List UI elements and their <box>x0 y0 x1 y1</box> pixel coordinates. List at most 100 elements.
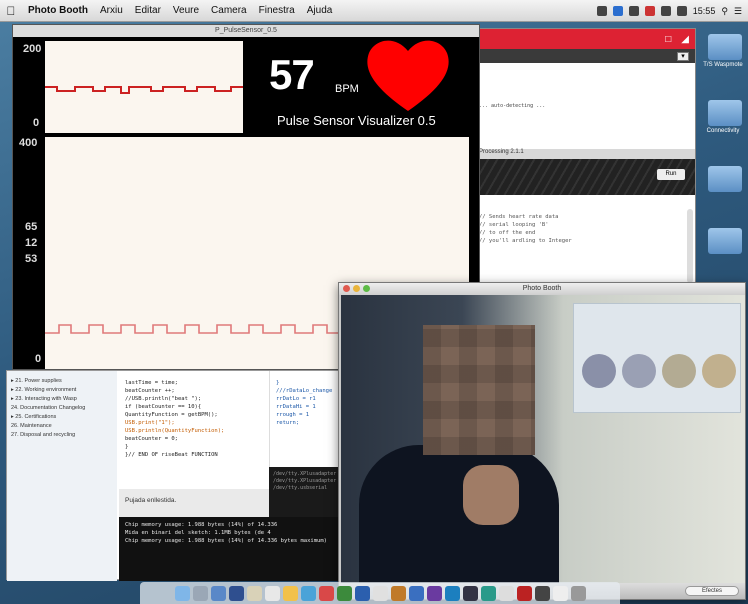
port-line: /dev/tty.XPlusadapter <box>273 471 337 477</box>
processing-banner: Run <box>471 159 695 195</box>
toc-item[interactable]: 27. Disposal and recycling <box>11 431 113 440</box>
app-icon[interactable] <box>444 585 460 601</box>
status-app-icon[interactable] <box>596 6 607 16</box>
code-line: QuantityFunction = getBPM(); <box>125 412 218 418</box>
arduino-icon[interactable] <box>480 585 496 601</box>
console-line: // you'll ardling to Integer <box>479 238 572 244</box>
dropbox-icon[interactable] <box>612 6 623 16</box>
main-scale-label: 65 <box>25 221 38 233</box>
processing-console: // Sends heart rate data // serial loopi… <box>471 209 695 287</box>
menu-ajuda[interactable]: Ajuda <box>301 5 339 16</box>
code-line: rrough = 1 <box>276 412 310 418</box>
console-line: Chip memory usage: 1.988 bytes (14%) of … <box>125 522 278 528</box>
terminal-icon[interactable] <box>462 585 478 601</box>
photo-booth-titlebar[interactable]: Photo Booth <box>339 283 745 295</box>
photo-booth-title: Photo Booth <box>522 285 562 292</box>
trash-icon[interactable] <box>570 585 586 601</box>
menu-veure[interactable]: Veure <box>167 5 205 16</box>
main-scale-label: 53 <box>25 253 38 265</box>
scrollbar[interactable] <box>687 209 693 283</box>
signal-icon[interactable]: ◢ <box>681 34 689 45</box>
toc-item[interactable]: ▸ 22. Working environment <box>11 386 113 395</box>
toc-item[interactable]: ▸ 21. Power supplies <box>11 377 113 386</box>
code-line: rrDataHi = 1 <box>276 404 316 410</box>
processing-toolbar: □ ◢ <box>471 29 695 49</box>
toc-item[interactable]: 24. Documentation Changelog <box>11 404 113 413</box>
code-editor[interactable]: lastTime = time; beatCounter ++; //USB.p… <box>119 371 269 489</box>
main-scale-max: 400 <box>19 137 38 149</box>
preview-icon[interactable] <box>372 585 388 601</box>
top-scale-min: 0 <box>33 117 40 129</box>
app-icon[interactable] <box>390 585 406 601</box>
close-icon[interactable] <box>343 285 350 292</box>
menu-finestra[interactable]: Finestra <box>253 5 301 16</box>
finder-icon[interactable] <box>174 585 190 601</box>
launchpad-icon[interactable] <box>192 585 208 601</box>
person-hand <box>463 465 519 525</box>
safari-icon[interactable] <box>210 585 226 601</box>
app-icon[interactable] <box>426 585 442 601</box>
folder-icon[interactable] <box>708 228 742 254</box>
top-scale-max: 200 <box>23 43 42 55</box>
desktop-icon-label: T/S Waspmote <box>703 62 743 68</box>
folder-icon[interactable] <box>708 166 742 192</box>
upload-status: Pujada enllestida. <box>119 489 269 517</box>
app-store-icon[interactable] <box>300 585 316 601</box>
calendar-icon[interactable] <box>264 585 280 601</box>
list-icon[interactable]: ☰ <box>734 6 742 17</box>
code-line: beatCounter ++; <box>125 388 175 394</box>
bpm-value: 57 <box>269 51 315 98</box>
poster-graphic <box>622 354 656 388</box>
zoom-icon[interactable] <box>363 285 370 292</box>
main-scale-min: 0 <box>35 353 42 365</box>
skype-icon[interactable] <box>408 585 424 601</box>
photo-booth-icon[interactable] <box>318 585 334 601</box>
battery-icon[interactable] <box>676 6 687 16</box>
ide-window[interactable]: ▸ 21. Power supplies ▸ 22. Working envir… <box>6 370 341 581</box>
documents-icon[interactable] <box>552 585 568 601</box>
menu-app-name[interactable]: Photo Booth <box>22 5 94 16</box>
processing-version: Processing 2.1.1 <box>471 149 695 159</box>
app-icon[interactable] <box>516 585 532 601</box>
excel-icon[interactable] <box>336 585 352 601</box>
app-icon[interactable] <box>498 585 514 601</box>
wifi-icon[interactable] <box>660 6 671 16</box>
mail-icon[interactable] <box>228 585 244 601</box>
folder-icon[interactable] <box>708 34 742 60</box>
menu-arxiu[interactable]: Arxiu <box>94 5 129 16</box>
status-app-icon[interactable] <box>644 6 655 16</box>
toc-item[interactable]: ▸ 25. Certifications <box>11 413 113 422</box>
contacts-icon[interactable] <box>246 585 262 601</box>
code-line: USB.println(QuantityFunction); <box>125 428 225 434</box>
status-app-icon[interactable] <box>628 6 639 16</box>
port-line: /dev/tty.usbserial <box>273 485 328 491</box>
menu-camera[interactable]: Camera <box>205 5 253 16</box>
wall-poster <box>573 303 741 413</box>
heart-icon <box>367 40 449 111</box>
export-icon[interactable]: □ <box>665 34 671 45</box>
code-line: ///rDataLo_change <box>276 388 333 394</box>
toc-item[interactable]: 26. Maintenance <box>11 422 113 431</box>
folder-icon[interactable] <box>708 100 742 126</box>
desktop:  Photo Booth Arxiu Editar Veure Camera … <box>0 0 748 604</box>
photo-booth-window[interactable]: Photo Booth Efectes <box>338 282 746 600</box>
minimize-icon[interactable] <box>353 285 360 292</box>
clock[interactable]: 15:55 <box>693 6 716 16</box>
effects-button[interactable]: Efectes <box>685 586 739 596</box>
processing-icon[interactable] <box>534 585 550 601</box>
processing-window[interactable]: □ ◢ ▾ ... auto-detecting ... Processing … <box>470 28 696 288</box>
toc-item[interactable]: ▸ 23. Interacting with Wasp <box>11 395 113 404</box>
poster-graphic <box>582 354 616 388</box>
apple-icon[interactable]:  <box>0 4 22 18</box>
notes-icon[interactable] <box>282 585 298 601</box>
search-icon[interactable]: ⚲ <box>721 6 728 17</box>
person-body <box>359 445 559 585</box>
run-button[interactable]: Run <box>657 169 685 180</box>
menu-editar[interactable]: Editar <box>129 5 167 16</box>
word-icon[interactable] <box>354 585 370 601</box>
chevron-down-icon[interactable]: ▾ <box>677 52 689 61</box>
port-line: /dev/tty.XPlusadapter <box>273 478 337 484</box>
bpm-history-panel <box>45 41 243 133</box>
console-line: Chip memory usage: 1.988 bytes (14%) of … <box>125 538 327 544</box>
camera-preview <box>341 295 745 585</box>
